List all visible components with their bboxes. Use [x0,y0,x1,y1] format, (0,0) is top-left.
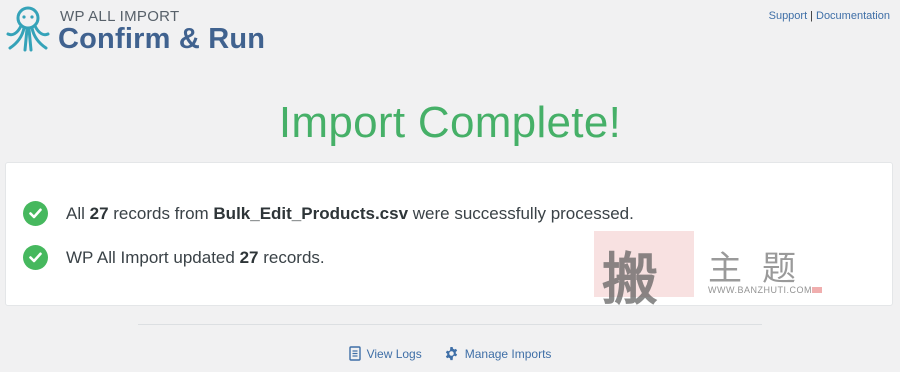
top-links: Support | Documentation [769,10,890,22]
import-complete-heading: Import Complete! [278,98,622,147]
watermark: 搬 主题 WWW.BANZHUTI.COM [590,231,830,313]
result-panel: All 27 records from Bulk_Edit_Products.c… [5,162,893,313]
watermark-dot [812,287,822,293]
check-circle-icon [23,201,48,226]
record-count: 27 [89,203,109,223]
header: WP ALL IMPORT Confirm & Run Support | Docu… [0,0,900,70]
updated-text: WP All Import updated 27 records. [66,247,325,267]
documentation-link[interactable]: Documentation [816,10,890,22]
processed-summary-line: All 27 records from Bulk_Edit_Products.c… [23,201,634,226]
import-filename: Bulk_Edit_Products.csv [213,203,409,223]
watermark-url: WWW.BANZHUTI.COM [708,285,812,295]
gear-icon [445,346,457,361]
updated-summary-line: WP All Import updated 27 records. [23,245,325,270]
link-separator: | [810,10,813,22]
page-title: Confirm & Run [58,23,266,55]
watermark-chars: 主题 [708,249,816,289]
manage-imports-link[interactable]: Manage Imports [444,346,552,361]
watermark-seal: 搬 [594,231,694,313]
octopus-logo-icon [6,6,50,52]
divider [138,324,762,325]
manage-imports-label: Manage Imports [464,346,552,361]
bottom-links: View Logs Manage Imports [0,346,900,361]
view-logs-link[interactable]: View Logs [348,346,422,361]
view-logs-label: View Logs [366,346,422,361]
check-circle-icon [23,245,48,270]
summary-text: All 27 records from Bulk_Edit_Products.c… [66,203,634,223]
support-link[interactable]: Support [769,10,808,22]
updated-count: 27 [239,247,259,267]
document-icon [348,346,361,361]
